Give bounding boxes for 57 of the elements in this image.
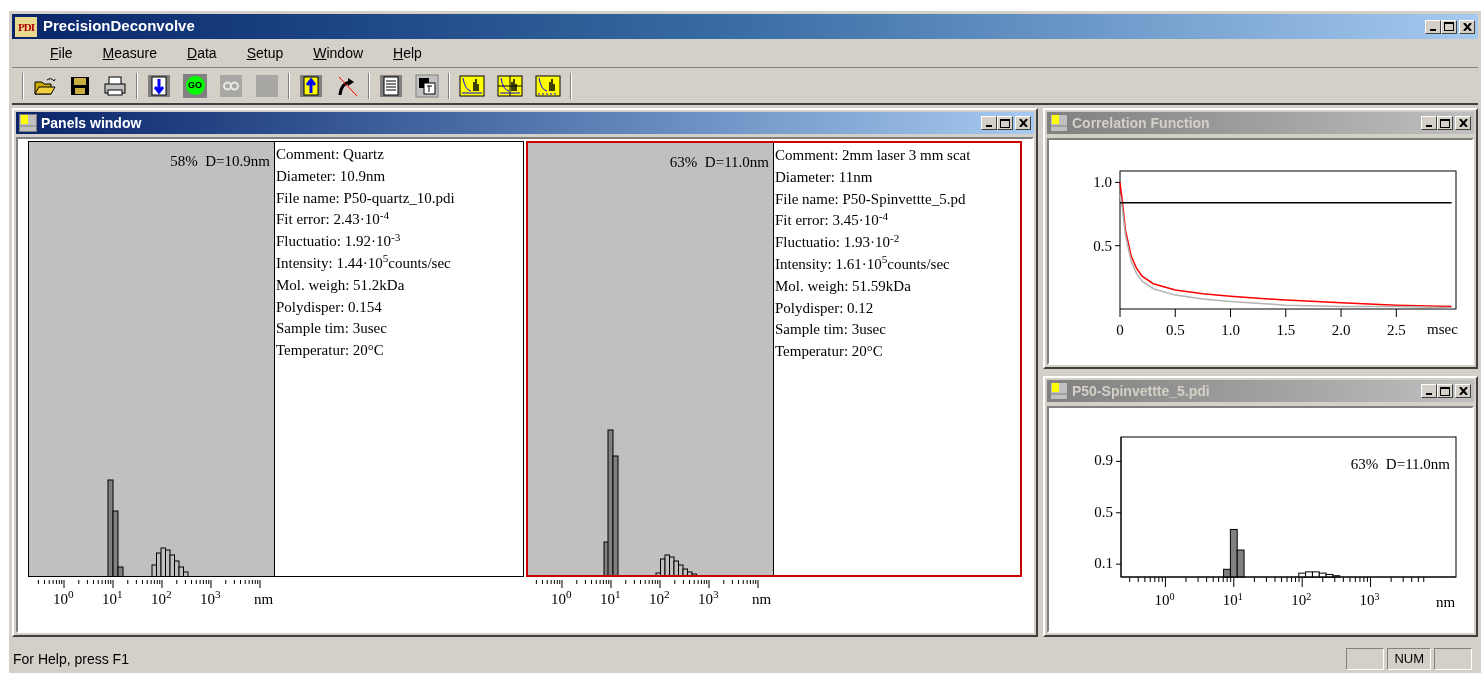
- peak-summary: 58% D=10.9nm: [170, 152, 271, 170]
- detail-line: Mol. weigh: 51.2kDa: [276, 275, 406, 295]
- tick-label: 0.5: [1093, 502, 1113, 521]
- tick-label: 10$^{2}$: [1291, 590, 1312, 610]
- detail-line: Sample tim: 3usec: [276, 319, 388, 339]
- window-title: Panels window: [41, 113, 142, 133]
- detail-line: Fit error: 3.45·10$^{-4}$: [775, 210, 890, 231]
- tick-label: 0.5: [1092, 236, 1112, 255]
- axis-label: nm: [752, 590, 772, 609]
- detail-line: Fluctuatio: 1.92·10$^{-3}$: [276, 231, 402, 252]
- axis-label: 10$^{2}$: [649, 589, 670, 609]
- peak-summary: 63% D=11.0nm: [669, 153, 770, 171]
- window-title: P50-Spinvettte_5.pdi: [1072, 381, 1210, 401]
- detail-line: Sample tim: 3usec: [775, 320, 887, 340]
- tick-label: 2.0: [1330, 321, 1352, 339]
- detail-line: Intensity: 1.44·10$^{5}$counts/sec: [276, 253, 452, 273]
- detail-line: Fluctuatio: 1.93·10$^{-2}$: [775, 232, 901, 253]
- axis-label: 10$^{1}$: [600, 589, 621, 609]
- tick-label: 0: [1115, 321, 1125, 339]
- app-logo: PDI: [15, 16, 37, 37]
- tick-label: 1.0: [1092, 173, 1112, 192]
- tick-label: 1.5: [1275, 321, 1297, 339]
- detail-line: File name: P50-quartz_10.pdi: [276, 188, 456, 208]
- tick-label: 1.0: [1220, 321, 1241, 339]
- axis-label: 10$^{3}$: [698, 589, 719, 609]
- detail-line: Fit error: 2.43·10$^{-4}$: [276, 209, 391, 230]
- detail-line: Polydisper: 0.154: [276, 297, 383, 317]
- axis-label: 10$^{3}$: [200, 589, 221, 609]
- tick-label: 0.5: [1164, 321, 1186, 339]
- detail-line: Comment: 2mm laser 3 mm scat: [775, 146, 972, 165]
- tick-label: 10$^{0}$: [1154, 590, 1175, 610]
- tick-label: 2.5: [1385, 321, 1407, 339]
- tick-label: 10$^{3}$: [1359, 590, 1380, 610]
- axis-label: 10$^{1}$: [102, 589, 123, 609]
- detail-line: Diameter: 11nm: [775, 167, 874, 187]
- detail-line: Comment: Quartz: [276, 145, 385, 164]
- detail-line: Temperatur: 20°C: [775, 342, 884, 362]
- chart-annotation: 63% D=11.0nm: [1350, 455, 1450, 473]
- status-text: For Help, press F1: [12, 649, 130, 669]
- axis-title: nm: [1436, 593, 1456, 612]
- axis-title: msec: [1427, 320, 1458, 338]
- axis-label: nm: [254, 590, 274, 609]
- app-title: PrecisionDeconvolve: [43, 16, 195, 37]
- detail-line: Intensity: 1.61·10$^{5}$counts/sec: [775, 254, 951, 274]
- detail-line: Diameter: 10.9nm: [276, 166, 387, 186]
- detail-line: File name: P50-Spinvettte_5.pd: [775, 189, 967, 209]
- axis-label: 10$^{0}$: [551, 589, 572, 609]
- tick-label: 0.9: [1093, 451, 1113, 470]
- status-indicator: NUM: [1387, 648, 1431, 670]
- tick-label: 10$^{1}$: [1222, 590, 1243, 610]
- tick-label: 0.1: [1093, 554, 1113, 573]
- detail-line: Polydisper: 0.12: [775, 298, 875, 318]
- axis-label: 10$^{0}$: [53, 589, 74, 609]
- detail-line: Temperatur: 20°C: [276, 341, 385, 361]
- detail-line: Mol. weigh: 51.59kDa: [775, 276, 912, 296]
- axis-label: 10$^{2}$: [151, 589, 172, 609]
- window-title: Correlation Function: [1072, 113, 1210, 133]
